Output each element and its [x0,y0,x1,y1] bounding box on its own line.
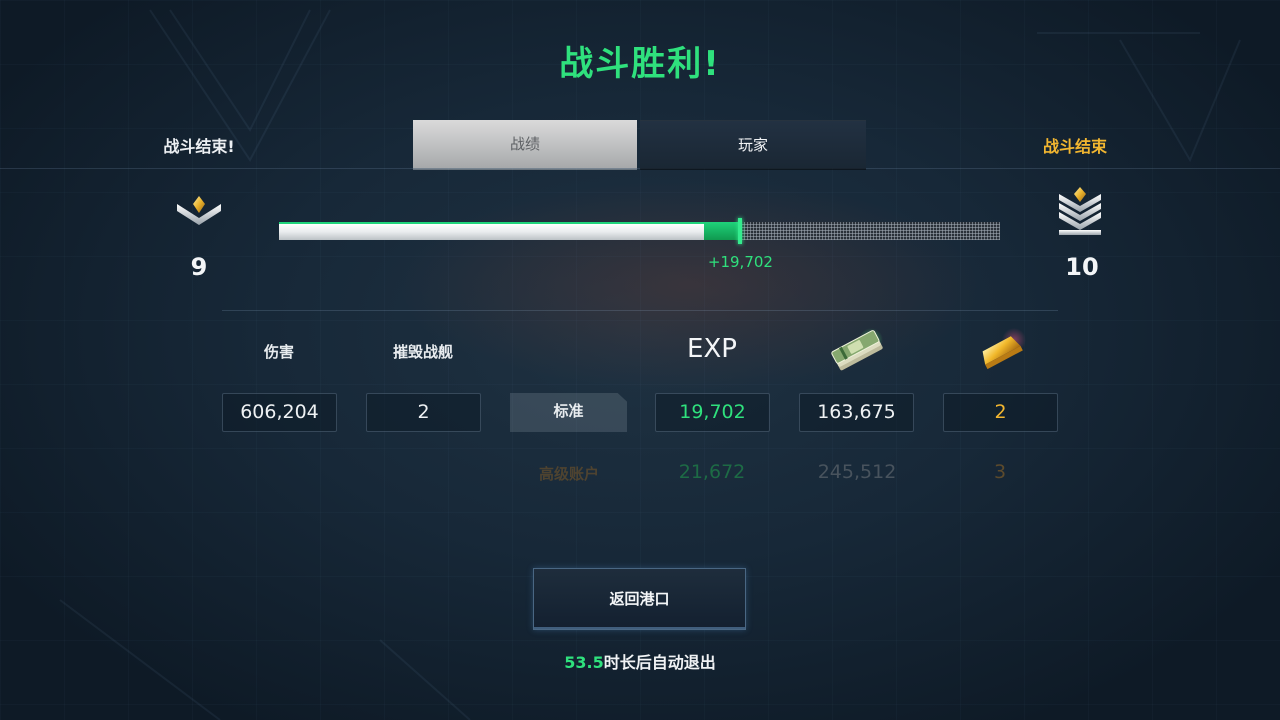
ships-destroyed-header: 摧毁战舰 [392,343,454,361]
tab-label: 玩家 [737,136,768,154]
standard-gold-value: 2 [943,393,1058,432]
rank-progress-bar: +19,702 [279,218,1000,271]
current-rank-level: 9 [190,253,208,281]
next-rank-level: 10 [1065,253,1099,281]
victory-title: 战斗胜利! [559,44,721,84]
countdown-seconds: 53.5 [564,653,604,672]
rank-chevron-triple-icon [1059,187,1101,235]
exp-gain-label: +19,702 [707,253,773,271]
battle-end-label-left: 战斗结束! [163,137,235,156]
standard-exp-value: 19,702 [655,393,770,432]
premium-credits-value: 245,512 [817,461,897,483]
return-button-label: 返回港口 [609,590,670,608]
tab-label: 战绩 [509,135,540,153]
return-to-port-button[interactable]: 返回港口 [533,568,746,630]
countdown-suffix: 时长后自动退出 [603,653,716,672]
premium-gold-value: 3 [993,461,1007,483]
standard-credits-value: 163,675 [799,393,914,432]
cash-stack-icon [831,328,883,371]
stats-divider [222,310,1058,311]
progress-marker [738,218,743,244]
premium-row-label: 高级账户 [538,465,600,483]
standard-row-label: 标准 [510,393,627,432]
tab-battle-record[interactable]: 战绩 [413,120,637,168]
gold-bar-icon [982,328,1026,370]
tab-players[interactable]: 玩家 [640,120,866,168]
damage-value: 606,204 [222,393,337,432]
exp-header: EXP [687,334,737,364]
ships-destroyed-value: 2 [366,393,481,432]
header-divider [0,168,1280,169]
auto-exit-countdown: 53.5时长后自动退出 [564,649,716,673]
battle-end-label-right: 战斗结束 [1042,137,1108,156]
rank-chevron-single-icon [177,196,221,225]
damage-header: 伤害 [263,343,295,361]
progress-base-fill [279,222,705,240]
premium-exp-value: 21,672 [678,461,746,483]
